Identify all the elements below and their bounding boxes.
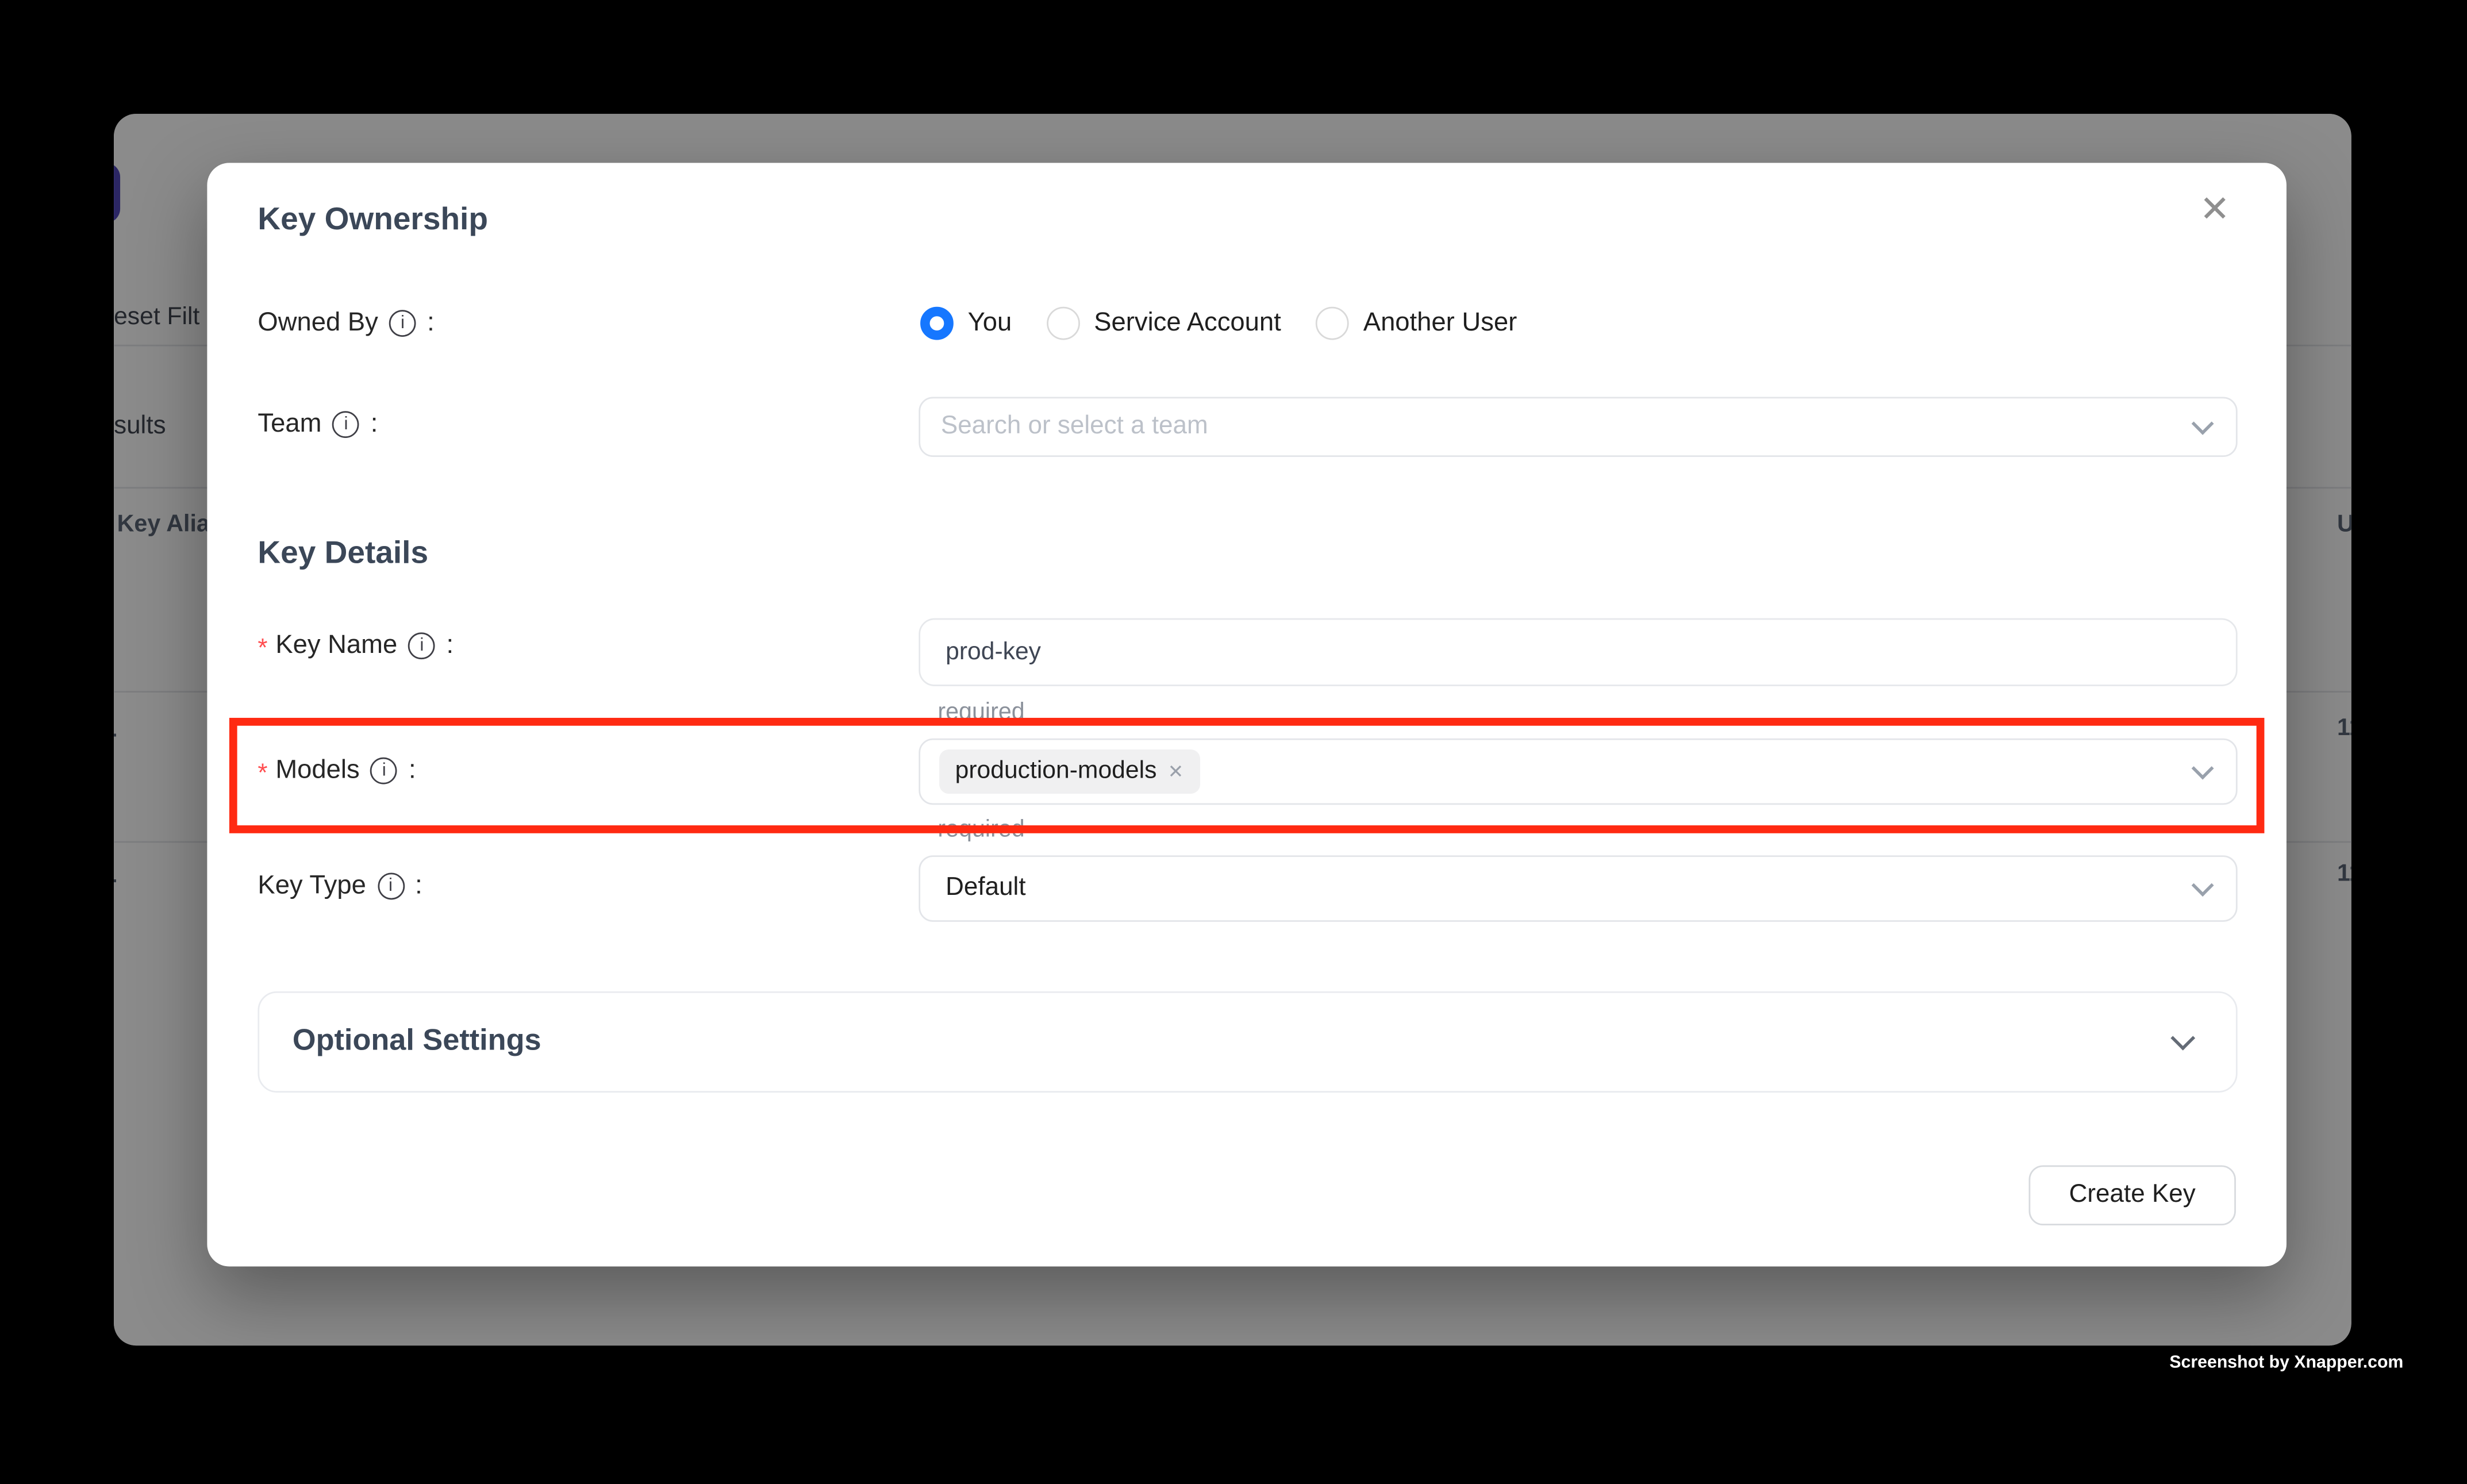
chevron-down-icon	[2192, 874, 2214, 897]
optional-settings-title: Optional Settings	[259, 1025, 541, 1060]
optional-settings-expander[interactable]: Optional Settings	[258, 991, 2237, 1093]
radio-you[interactable]: You	[920, 307, 1012, 340]
info-icon[interactable]	[408, 632, 435, 659]
key-name-label: * Key Name:	[258, 631, 454, 661]
annotation-highlight-box	[229, 718, 2265, 833]
section-title-key-ownership: Key Ownership	[258, 202, 488, 239]
team-select[interactable]: Search or select a team	[919, 397, 2237, 457]
radio-selected-icon[interactable]	[920, 307, 954, 340]
info-icon[interactable]	[377, 873, 404, 900]
owned-by-radio-group: You Service Account Another User	[920, 307, 1517, 340]
info-icon[interactable]	[333, 411, 360, 438]
key-type-label: Key Type:	[258, 871, 422, 901]
key-name-input[interactable]: prod-key	[919, 618, 2237, 686]
key-name-value: prod-key	[920, 638, 1041, 667]
create-key-modal: Key Ownership ✕ Owned By: You Service Ac…	[207, 163, 2287, 1266]
close-icon[interactable]: ✕	[2200, 191, 2230, 228]
radio-service-account[interactable]: Service Account	[1047, 307, 1281, 340]
watermark-text: Screenshot by Xnapper.com	[2169, 1354, 2403, 1372]
radio-another-user[interactable]: Another User	[1316, 307, 1517, 340]
owned-by-label: Owned By:	[258, 308, 434, 338]
team-label: Team:	[258, 410, 378, 440]
info-icon[interactable]	[389, 310, 416, 337]
chevron-down-icon	[2170, 1026, 2195, 1051]
section-title-key-details: Key Details	[258, 536, 428, 572]
key-type-select[interactable]: Default	[919, 855, 2237, 922]
key-type-value: Default	[920, 874, 1026, 903]
chevron-down-icon	[2192, 413, 2214, 435]
radio-unselected-icon[interactable]	[1316, 307, 1349, 340]
team-select-placeholder: Search or select a team	[920, 413, 1208, 441]
screenshot-stage: eset Filt sults Key Alia Up - 11/ - 11/ …	[0, 0, 2467, 1484]
create-key-button[interactable]: Create Key	[2029, 1165, 2236, 1225]
required-asterisk: *	[258, 635, 267, 664]
radio-unselected-icon[interactable]	[1047, 307, 1080, 340]
